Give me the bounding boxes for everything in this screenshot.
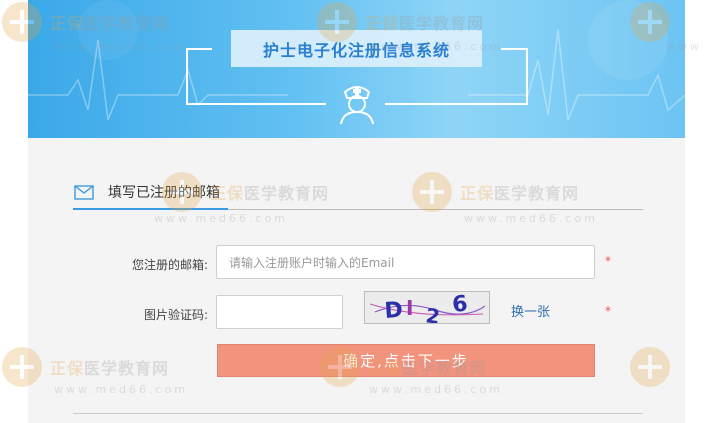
captcha-char: 2	[424, 303, 441, 323]
header-banner: 护士电子化注册信息系统	[28, 0, 685, 138]
frame-line	[186, 103, 326, 105]
required-mark: *	[605, 304, 611, 318]
frame-line	[385, 103, 528, 105]
captcha-graphic: D I 2 6	[365, 292, 489, 329]
frame-line	[186, 48, 188, 105]
refresh-captcha-link[interactable]: 换一张	[511, 301, 550, 320]
captcha-char: I	[406, 296, 413, 320]
captcha-char: 6	[451, 292, 469, 318]
bottom-divider	[73, 413, 643, 414]
captcha-image[interactable]: D I 2 6	[364, 291, 490, 329]
frame-line	[186, 48, 212, 50]
frame-line	[501, 48, 528, 50]
captcha-char: D	[384, 298, 404, 323]
form-panel: 填写已注册的邮箱 您注册的邮箱: 请输入注册账户时输入的Email * 图片验证…	[28, 138, 685, 423]
page-title: 护士电子化注册信息系统	[231, 30, 482, 67]
submit-button[interactable]: 确定,点击下一步	[217, 344, 595, 377]
section-header: 填写已注册的邮箱	[74, 182, 220, 202]
frame-line	[526, 48, 528, 105]
mail-icon	[74, 184, 94, 200]
section-divider-active	[73, 208, 228, 210]
captcha-label: 图片验证码:	[143, 308, 208, 322]
required-mark: *	[605, 254, 611, 268]
section-title: 填写已注册的邮箱	[108, 185, 220, 201]
nurse-icon	[340, 86, 374, 125]
email-input[interactable]: 请输入注册账户时输入的Email	[216, 245, 595, 279]
captcha-input[interactable]	[216, 295, 343, 329]
email-label: 您注册的邮箱:	[131, 258, 208, 272]
